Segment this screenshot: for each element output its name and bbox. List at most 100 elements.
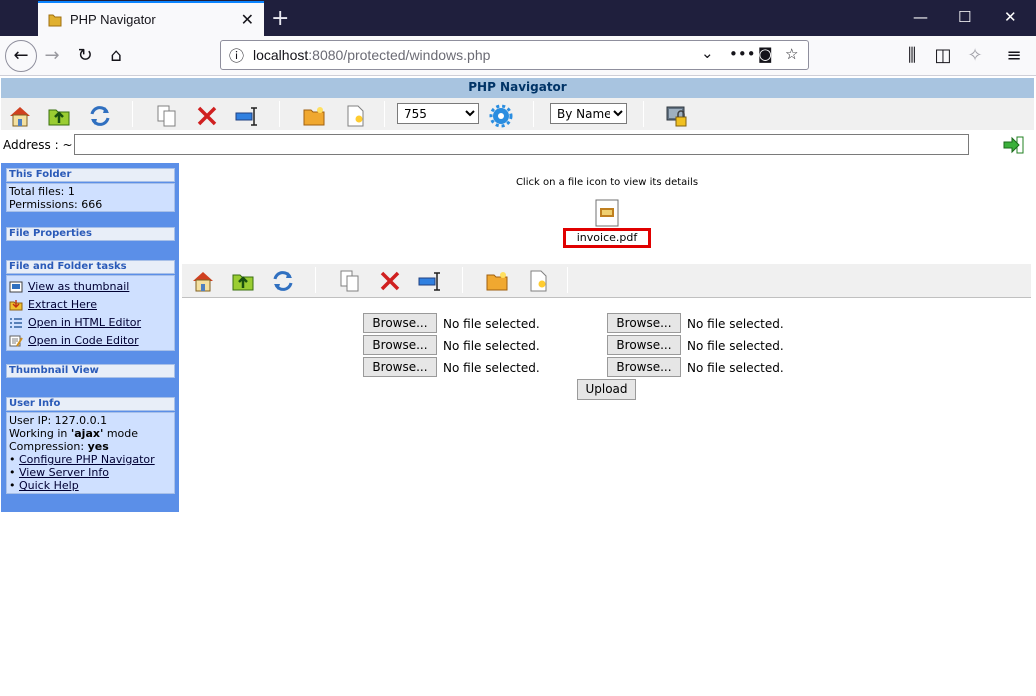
server-info-link[interactable]: View Server Info <box>19 466 109 479</box>
toolbar-separator <box>384 101 385 127</box>
task-label[interactable]: View as thumbnail <box>28 280 129 293</box>
task-open-code-editor[interactable]: Open in Code Editor <box>9 334 139 347</box>
html-list-icon <box>10 318 22 328</box>
new-file-icon[interactable] <box>526 269 550 293</box>
compression-value: yes <box>87 440 109 453</box>
toolbar-separator <box>462 267 463 293</box>
toolbar-separator <box>315 267 316 293</box>
info-link-row: • Quick Help <box>9 479 79 492</box>
task-label[interactable]: Open in Code Editor <box>28 334 139 347</box>
new-folder-icon[interactable] <box>302 104 326 128</box>
user-info-body: User IP: 127.0.0.1 Working in 'ajax' mod… <box>6 412 175 494</box>
secondary-toolbar <box>182 264 1031 298</box>
pocket-icon[interactable]: ◙ <box>758 45 773 63</box>
new-file-icon[interactable] <box>343 104 367 128</box>
copy-icon[interactable] <box>155 104 179 128</box>
browse-button-1[interactable]: Browse... <box>363 313 437 333</box>
window-close-icon[interactable]: ✕ <box>1004 8 1017 26</box>
url-text: localhost:8080/protected/windows.php <box>253 47 490 63</box>
file-properties-header[interactable]: File Properties <box>6 227 175 241</box>
user-info-header[interactable]: User Info <box>6 397 175 411</box>
configure-link[interactable]: Configure PHP Navigator <box>19 453 155 466</box>
more-actions-icon[interactable]: ••• <box>729 45 756 63</box>
this-folder-header[interactable]: This Folder <box>6 168 175 182</box>
user-ip: User IP: 127.0.0.1 <box>9 414 108 427</box>
task-view-thumbnail[interactable]: View as thumbnail <box>9 280 129 293</box>
compression: Compression: yes <box>9 440 172 453</box>
browser-navbar: ← → ↻ ⌂ ⓘ localhost:8080/protected/windo… <box>0 36 1036 76</box>
file-status-6: No file selected. <box>687 361 784 375</box>
total-files: Total files: 1 <box>9 185 75 198</box>
toolbar-separator <box>643 101 644 127</box>
pdf-file-icon[interactable] <box>595 199 619 227</box>
thumbnail-icon <box>9 281 23 293</box>
tab-title: PHP Navigator <box>70 12 156 27</box>
browse-button-4[interactable]: Browse... <box>607 335 681 355</box>
url-bar[interactable]: ⓘ localhost:8080/protected/windows.php ⌄… <box>220 40 809 70</box>
lock-screen-icon[interactable] <box>665 104 689 128</box>
go-arrow-icon[interactable] <box>1003 136 1025 154</box>
tab-close-icon[interactable]: ✕ <box>241 10 254 29</box>
menu-icon[interactable]: ≡ <box>1000 42 1028 70</box>
minimize-icon[interactable]: — <box>913 8 928 26</box>
file-name-label[interactable]: invoice.pdf <box>563 228 651 248</box>
rename-icon[interactable] <box>235 104 259 128</box>
sort-select[interactable]: By Name <box>550 103 627 124</box>
refresh-icon[interactable] <box>271 269 295 293</box>
mode-value: 'ajax' <box>70 427 104 440</box>
task-open-html-editor[interactable]: Open in HTML Editor <box>9 316 141 329</box>
browse-button-5[interactable]: Browse... <box>363 357 437 377</box>
hint-text: Click on a file icon to view its details <box>515 177 699 188</box>
address-input[interactable] <box>74 134 969 155</box>
task-label[interactable]: Extract Here <box>28 298 97 311</box>
url-path: :8080/protected/windows.php <box>308 47 491 63</box>
delete-icon[interactable] <box>378 269 402 293</box>
toolbar-separator <box>132 101 133 127</box>
folder-icon <box>48 14 62 27</box>
refresh-icon[interactable] <box>88 104 112 128</box>
extension-icon[interactable]: ✧ <box>961 42 989 70</box>
bookmark-star-icon[interactable]: ☆ <box>785 45 798 63</box>
upload-button[interactable]: Upload <box>577 379 636 400</box>
maximize-icon[interactable]: ☐ <box>958 8 971 26</box>
browser-tab[interactable]: PHP Navigator ✕ <box>38 1 264 36</box>
new-folder-icon[interactable] <box>485 269 509 293</box>
toolbar-separator <box>533 101 534 127</box>
mode-prefix: Working in <box>9 427 71 440</box>
sidebar-icon[interactable]: ◫ <box>929 42 957 70</box>
rename-icon[interactable] <box>418 269 442 293</box>
toolbar-separator <box>567 267 568 293</box>
reload-icon[interactable]: ↻ <box>71 42 99 70</box>
new-tab-icon[interactable]: + <box>271 6 289 31</box>
toolbar-separator <box>279 101 280 127</box>
browse-button-3[interactable]: Browse... <box>363 335 437 355</box>
task-extract-here[interactable]: Extract Here <box>9 298 97 311</box>
delete-icon[interactable] <box>195 104 219 128</box>
file-status-5: No file selected. <box>443 361 540 375</box>
folder-up-icon[interactable] <box>47 104 71 128</box>
forward-icon[interactable]: → <box>38 42 66 70</box>
folder-up-icon[interactable] <box>231 269 255 293</box>
file-status-1: No file selected. <box>443 317 540 331</box>
permission-select[interactable]: 755 <box>397 103 479 124</box>
this-folder-body: Total files: 1 Permissions: 666 <box>6 183 175 212</box>
quick-help-link[interactable]: Quick Help <box>19 479 79 492</box>
tasks-header[interactable]: File and Folder tasks <box>6 260 175 274</box>
info-link-row: • Configure PHP Navigator <box>9 453 155 466</box>
browse-button-6[interactable]: Browse... <box>607 357 681 377</box>
back-icon[interactable]: ← <box>5 40 37 72</box>
chmod-gear-icon[interactable] <box>489 104 513 128</box>
thumbnail-view-header[interactable]: Thumbnail View <box>6 364 175 378</box>
extract-icon <box>9 300 23 311</box>
home-folder-icon[interactable] <box>191 269 215 293</box>
home-icon[interactable]: ⌂ <box>102 42 130 70</box>
file-status-2: No file selected. <box>687 317 784 331</box>
library-icon[interactable]: ⫼ <box>898 42 926 70</box>
info-icon[interactable]: ⓘ <box>229 45 244 66</box>
copy-icon[interactable] <box>338 269 362 293</box>
chevron-down-icon[interactable]: ⌄ <box>701 44 714 62</box>
browse-button-2[interactable]: Browse... <box>607 313 681 333</box>
task-label[interactable]: Open in HTML Editor <box>28 316 141 329</box>
home-folder-icon[interactable] <box>8 104 32 128</box>
mode-suffix: mode <box>103 427 139 440</box>
